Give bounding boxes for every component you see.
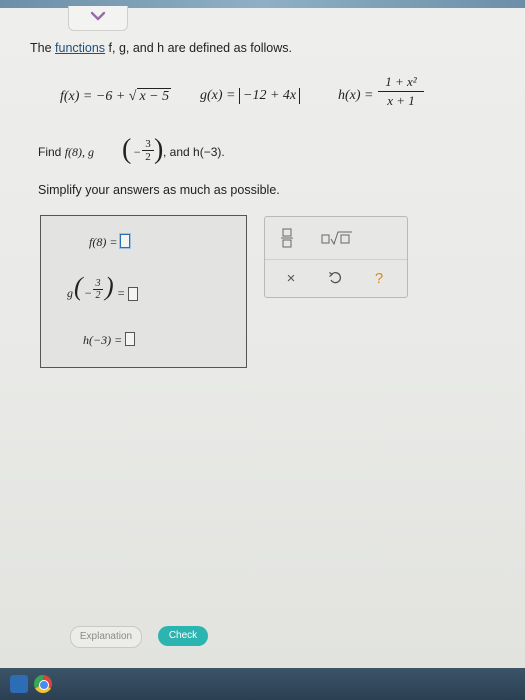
math-palette: × ? — [264, 216, 408, 298]
find-f-term: f(8), g — [64, 145, 95, 159]
answer-row-h: h(−3) = — [83, 332, 136, 348]
help-button[interactable]: ? — [365, 266, 393, 290]
sqrt-button[interactable] — [319, 226, 355, 250]
undo-button[interactable] — [321, 266, 349, 290]
fraction-icon — [281, 228, 293, 248]
find-prompt: Find f(8), g ( − 3 2 ) , and h(−3). — [38, 132, 298, 172]
definition-f-lhs: f(x) = −6 + — [60, 89, 129, 104]
answer-f-input[interactable] — [120, 234, 131, 248]
answer-g-input[interactable] — [128, 287, 138, 301]
definition-h-denominator: x + 1 — [387, 93, 415, 108]
definition-h-numerator: 1 + x² — [378, 74, 424, 92]
taskbar — [0, 668, 525, 700]
undo-icon — [329, 271, 341, 284]
find-suffix: , and h(−3). — [163, 145, 225, 159]
fraction-button[interactable] — [273, 226, 301, 250]
definition-f: f(x) = −6 + √ x − 5 — [60, 88, 172, 105]
find-neg-sign: − — [133, 145, 142, 159]
find-fraction-num: 3 — [142, 138, 154, 151]
answer-row-g: g ( − 3 2 ) = — [67, 272, 187, 308]
answer-f-label: f(8) = — [89, 235, 118, 249]
chrome-icon[interactable] — [34, 675, 52, 693]
find-prefix: Find f(8), g — [38, 145, 94, 160]
intro-before: The — [30, 41, 56, 55]
definition-h-lhs: h(x) = — [338, 88, 374, 103]
answer-h-input[interactable] — [125, 332, 136, 346]
footer-actions: Explanation Check — [70, 626, 330, 650]
find-word: Find — [38, 145, 65, 159]
radical-icon: √ — [128, 89, 137, 104]
answer-g-neg: − — [84, 286, 93, 300]
answer-g-den: 2 — [95, 290, 101, 301]
answer-area: f(8) = g ( − 3 2 ) = h(−3) = — [40, 215, 247, 368]
answer-h-label: h(−3) = — [83, 333, 123, 347]
instruction-text: Simplify your answers as much as possibl… — [38, 183, 280, 197]
functions-link[interactable]: functions — [55, 41, 105, 55]
definition-h-fraction: 1 + x² x + 1 — [378, 74, 424, 109]
find-fraction-den: 2 — [145, 151, 151, 163]
answer-row-f: f(8) = — [89, 234, 131, 250]
answer-g-num: 3 — [93, 278, 103, 290]
definition-h: h(x) = — [338, 88, 374, 104]
right-paren-icon: ) — [154, 134, 164, 165]
left-paren-icon: ( — [122, 134, 132, 165]
chevron-down-icon — [90, 11, 106, 21]
answer-g-left-paren-icon: ( — [74, 272, 83, 301]
clear-label: × — [286, 269, 296, 287]
definition-g: g(x) = −12 + 4x — [200, 88, 301, 104]
collapse-tab[interactable] — [68, 6, 128, 31]
function-definitions: f(x) = −6 + √ x − 5 g(x) = −12 + 4x h(x) … — [60, 70, 480, 120]
assignment-screen: The functions f, g, and h are defined as… — [0, 0, 525, 668]
help-label: ? — [374, 269, 384, 287]
find-fraction: 3 2 — [142, 138, 154, 163]
problem-intro: The functions f, g, and h are defined as… — [30, 41, 292, 55]
square-root-icon — [321, 231, 352, 246]
answer-g-equals: = — [117, 286, 126, 300]
definition-g-lhs: g(x) = — [200, 88, 239, 103]
definition-g-abs: −12 + 4x — [239, 88, 301, 104]
answer-g-fraction: 3 2 — [93, 278, 103, 301]
browser-app-icon[interactable] — [10, 675, 28, 693]
explanation-button[interactable]: Explanation — [70, 626, 142, 648]
answer-g-label: g — [67, 286, 73, 300]
answer-g-right-paren-icon: ) — [105, 272, 114, 301]
definition-f-radicand: x − 5 — [137, 88, 172, 104]
clear-button[interactable]: × — [277, 266, 305, 290]
intro-rest: f, g, and h are defined as follows. — [105, 41, 292, 55]
palette-divider — [265, 259, 407, 260]
check-button[interactable]: Check — [158, 626, 208, 646]
